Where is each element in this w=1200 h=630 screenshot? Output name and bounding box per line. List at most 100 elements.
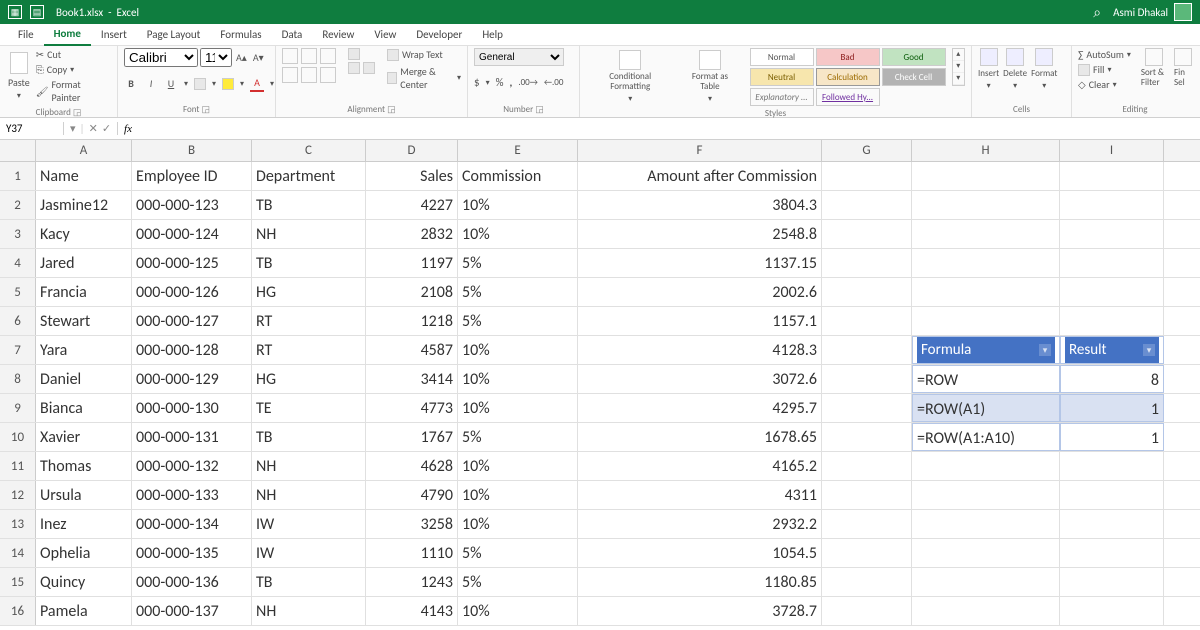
cell-H9[interactable]: =ROW(A1) xyxy=(912,394,1060,422)
cell-A16[interactable]: Pamela xyxy=(36,597,132,625)
cell-B8[interactable]: 000-000-129 xyxy=(132,365,252,393)
sort-filter-button[interactable]: Sort & Filter xyxy=(1141,48,1168,88)
cancel-formula-icon[interactable]: ✕ xyxy=(89,122,98,135)
col-header-h[interactable]: H xyxy=(912,140,1060,161)
shrink-font-icon[interactable]: A▾ xyxy=(251,50,266,65)
cut-button[interactable]: ✂Cut xyxy=(36,48,111,61)
font-color-icon[interactable]: A xyxy=(250,75,264,92)
cell-G11[interactable] xyxy=(822,452,912,480)
row-header[interactable]: 15 xyxy=(0,568,36,596)
cell-D6[interactable]: 1218 xyxy=(366,307,458,335)
cell-E15[interactable]: 5% xyxy=(458,568,578,596)
row-header[interactable]: 16 xyxy=(0,597,36,625)
grow-font-icon[interactable]: A▴ xyxy=(234,50,249,65)
paste-button[interactable]: Paste ▾ xyxy=(6,48,32,105)
cell-H11[interactable] xyxy=(912,452,1060,480)
menu-review[interactable]: Review xyxy=(312,24,364,46)
cell-I3[interactable] xyxy=(1060,220,1164,248)
cell-C9[interactable]: TE xyxy=(252,394,366,422)
cell-I2[interactable] xyxy=(1060,191,1164,219)
cell-F11[interactable]: 4165.2 xyxy=(578,452,822,480)
col-header-f[interactable]: F xyxy=(578,140,822,161)
borders-icon[interactable] xyxy=(194,78,206,90)
cell-C1[interactable]: Department xyxy=(252,162,366,190)
cell-C12[interactable]: NH xyxy=(252,481,366,509)
cell-E6[interactable]: 5% xyxy=(458,307,578,335)
cell-E7[interactable]: 10% xyxy=(458,336,578,364)
cell-G3[interactable] xyxy=(822,220,912,248)
merge-center-button[interactable]: Merge & Center ▾ xyxy=(387,65,461,91)
cell-F16[interactable]: 3728.7 xyxy=(578,597,822,625)
cell-I4[interactable] xyxy=(1060,249,1164,277)
cell-F14[interactable]: 1054.5 xyxy=(578,539,822,567)
underline-button[interactable]: U xyxy=(164,76,178,91)
filter-dropdown-icon[interactable]: ▾ xyxy=(1039,344,1051,356)
format-painter-button[interactable]: 🖌Format Painter xyxy=(36,78,111,104)
bold-button[interactable]: B xyxy=(124,76,138,91)
menu-file[interactable]: File xyxy=(8,24,44,46)
autosum-button[interactable]: ∑AutoSum ▾ xyxy=(1078,48,1131,61)
cell-B10[interactable]: 000-000-131 xyxy=(132,423,252,451)
cell-A11[interactable]: Thomas xyxy=(36,452,132,480)
row-header[interactable]: 12 xyxy=(0,481,36,509)
cell-A7[interactable]: Yara xyxy=(36,336,132,364)
style-good[interactable]: Good xyxy=(882,48,946,66)
cell-D7[interactable]: 4587 xyxy=(366,336,458,364)
menu-formulas[interactable]: Formulas xyxy=(210,24,271,46)
cell-H7[interactable]: Formula▾ xyxy=(912,336,1060,364)
cell-I15[interactable] xyxy=(1060,568,1164,596)
col-header-c[interactable]: C xyxy=(252,140,366,161)
cell-E14[interactable]: 5% xyxy=(458,539,578,567)
clipboard-launcher-icon[interactable]: ◲ xyxy=(73,107,82,118)
col-header-b[interactable]: B xyxy=(132,140,252,161)
cell-G15[interactable] xyxy=(822,568,912,596)
cell-G8[interactable] xyxy=(822,365,912,393)
cell-B1[interactable]: Employee ID xyxy=(132,162,252,190)
save-icon[interactable]: ▤ xyxy=(30,5,44,19)
copy-button[interactable]: ⎘Copy ▾ xyxy=(36,63,111,76)
excel-app-icon[interactable]: ▦ xyxy=(8,5,22,19)
cell-I10[interactable]: 1 xyxy=(1060,423,1164,451)
cell-G12[interactable] xyxy=(822,481,912,509)
cell-A4[interactable]: Jared xyxy=(36,249,132,277)
outdent-icon[interactable] xyxy=(348,62,360,74)
style-check-cell[interactable]: Check Cell xyxy=(882,68,946,86)
select-all-triangle[interactable] xyxy=(0,140,36,161)
cell-B6[interactable]: 000-000-127 xyxy=(132,307,252,335)
col-header-e[interactable]: E xyxy=(458,140,578,161)
cell-H16[interactable] xyxy=(912,597,1060,625)
cell-D11[interactable]: 4628 xyxy=(366,452,458,480)
cell-G7[interactable] xyxy=(822,336,912,364)
cell-A3[interactable]: Kacy xyxy=(36,220,132,248)
cell-C10[interactable]: TB xyxy=(252,423,366,451)
cell-H12[interactable] xyxy=(912,481,1060,509)
comma-format-icon[interactable]: , xyxy=(509,76,512,89)
cell-styles-gallery[interactable]: Normal Bad Good Neutral Calculation Chec… xyxy=(750,48,946,106)
cell-C8[interactable]: HG xyxy=(252,365,366,393)
col-header-g[interactable]: G xyxy=(822,140,912,161)
fx-icon[interactable]: fx xyxy=(118,123,138,135)
cell-H3[interactable] xyxy=(912,220,1060,248)
cell-B9[interactable]: 000-000-130 xyxy=(132,394,252,422)
row-header[interactable]: 2 xyxy=(0,191,36,219)
worksheet-grid[interactable]: A B C D E F G H I 1NameEmployee IDDepart… xyxy=(0,140,1200,630)
cell-H10[interactable]: =ROW(A1:A10) xyxy=(912,423,1060,451)
italic-button[interactable]: I xyxy=(144,76,158,91)
cell-G4[interactable] xyxy=(822,249,912,277)
find-select-button[interactable]: Fin Sel xyxy=(1174,48,1192,88)
cell-G6[interactable] xyxy=(822,307,912,335)
cell-C5[interactable]: HG xyxy=(252,278,366,306)
cell-E13[interactable]: 10% xyxy=(458,510,578,538)
cell-A1[interactable]: Name xyxy=(36,162,132,190)
row-header[interactable]: 14 xyxy=(0,539,36,567)
cell-C6[interactable]: RT xyxy=(252,307,366,335)
font-family-select[interactable]: Calibri xyxy=(124,48,198,67)
cell-F9[interactable]: 4295.7 xyxy=(578,394,822,422)
cell-C15[interactable]: TB xyxy=(252,568,366,596)
cell-B2[interactable]: 000-000-123 xyxy=(132,191,252,219)
cell-D14[interactable]: 1110 xyxy=(366,539,458,567)
cell-F15[interactable]: 1180.85 xyxy=(578,568,822,596)
namebox-dropdown-icon[interactable]: ▾ xyxy=(70,122,76,135)
cell-I7[interactable]: Result▾ xyxy=(1060,336,1164,364)
cell-D12[interactable]: 4790 xyxy=(366,481,458,509)
